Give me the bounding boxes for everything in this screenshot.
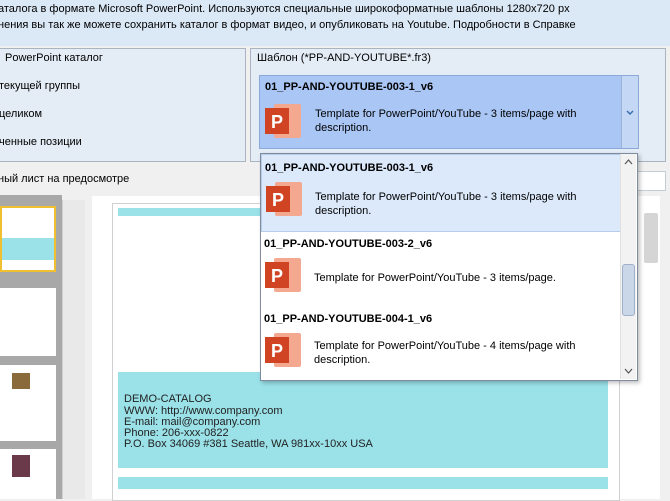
page-footer-block: DEMO-CATALOG WWW: http://www.company.com… — [118, 372, 608, 468]
svg-text:P: P — [271, 341, 283, 361]
template-description: Template for PowerPoint/YouTube - 3 item… — [314, 272, 556, 284]
template-name: 01_PP-AND-YOUTUBE-004-1_v6 — [264, 313, 433, 325]
template-combo[interactable]: 01_PP-AND-YOUTUBE-003-1_v6 P Template fo… — [259, 75, 639, 149]
combo-template-description: Template for PowerPoint/YouTube - 3 item… — [315, 108, 577, 134]
chevron-down-icon — [626, 110, 634, 116]
template-dropdown-list[interactable]: 01_PP-AND-YOUTUBE-003-1_v6 P Template fo… — [260, 153, 638, 381]
thumbnail-page-1[interactable] — [0, 206, 56, 272]
dropdown-item[interactable]: 01_PP-AND-YOUTUBE-004-1_v6 P Template fo… — [261, 306, 621, 380]
template-description: Template for PowerPoint/YouTube - 3 item… — [315, 191, 577, 217]
footer-company: DEMO-CATALOG — [124, 393, 212, 405]
info-line-2: нения вы так же можете сохранить каталог… — [0, 19, 576, 31]
info-banner: аталога в формате Microsoft PowerPoint. … — [0, 0, 670, 46]
group-title: PowerPoint каталог — [5, 52, 103, 64]
template-name: 01_PP-AND-YOUTUBE-003-1_v6 — [265, 162, 434, 174]
combo-dropdown-button[interactable] — [621, 76, 638, 148]
powerpoint-catalog-group: PowerPoint каталог текущей группы целико… — [0, 48, 246, 162]
powerpoint-icon: P — [265, 258, 301, 292]
page-bottom-band — [118, 477, 608, 489]
thumbnail-page-4[interactable] — [0, 449, 56, 499]
powerpoint-icon: P — [265, 333, 301, 367]
powerpoint-icon: P — [266, 182, 302, 216]
svg-text:P: P — [271, 112, 283, 132]
option-marked-items[interactable]: ченные позиции — [0, 136, 82, 148]
thumbnail-page-2[interactable] — [0, 288, 56, 356]
chevron-down-icon[interactable] — [621, 365, 636, 377]
footer-address: P.O. Box 34069 #381 Seattle, WA 981xx-10… — [124, 438, 373, 450]
thumbnail-page-3[interactable] — [0, 365, 56, 441]
dropdown-scroll-thumb[interactable] — [622, 264, 635, 316]
thumbnail-scrollbar[interactable] — [62, 200, 85, 499]
template-name: 01_PP-AND-YOUTUBE-003-2_v6 — [264, 238, 433, 250]
dropdown-item[interactable]: 01_PP-AND-YOUTUBE-003-2_v6 P Template fo… — [261, 231, 621, 307]
powerpoint-icon: P — [265, 104, 301, 138]
thumbnail-list[interactable] — [0, 195, 62, 499]
option-whole[interactable]: целиком — [0, 108, 42, 120]
combo-template-name: 01_PP-AND-YOUTUBE-003-1_v6 — [265, 81, 434, 93]
svg-text:P: P — [271, 266, 283, 286]
template-group-title: Шаблон (*PP-AND-YOUTUBE*.fr3) — [257, 52, 431, 64]
template-description: Template for PowerPoint/YouTube - 4 item… — [314, 340, 576, 366]
info-line-1: аталога в формате Microsoft PowerPoint. … — [0, 3, 570, 15]
dropdown-item[interactable]: 01_PP-AND-YOUTUBE-003-1_v6 P Template fo… — [261, 154, 623, 232]
chevron-up-icon[interactable] — [621, 156, 636, 168]
svg-text:P: P — [272, 190, 284, 210]
option-current-group[interactable]: текущей группы — [0, 80, 80, 92]
preview-scrollbar[interactable] — [644, 213, 658, 263]
preview-sheet-label: ный лист на предосмотре — [0, 173, 130, 185]
